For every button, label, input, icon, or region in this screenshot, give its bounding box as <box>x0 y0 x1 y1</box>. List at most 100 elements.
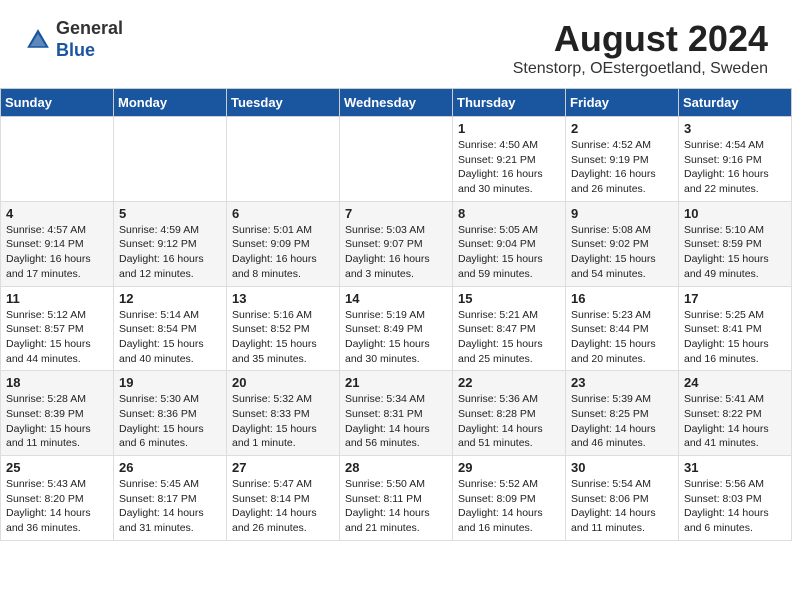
day-info: Sunrise: 5:36 AM Sunset: 8:28 PM Dayligh… <box>458 392 560 451</box>
day-info: Sunrise: 5:41 AM Sunset: 8:22 PM Dayligh… <box>684 392 786 451</box>
weekday-header-saturday: Saturday <box>679 89 792 117</box>
day-cell: 28 Sunrise: 5:50 AM Sunset: 8:11 PM Dayli… <box>340 456 453 541</box>
day-number: 21 <box>345 375 447 390</box>
day-cell: 8 Sunrise: 5:05 AM Sunset: 9:04 PM Daylig… <box>453 201 566 286</box>
day-info: Sunrise: 5:30 AM Sunset: 8:36 PM Dayligh… <box>119 392 221 451</box>
day-info: Sunrise: 5:32 AM Sunset: 8:33 PM Dayligh… <box>232 392 334 451</box>
day-info: Sunrise: 5:39 AM Sunset: 8:25 PM Dayligh… <box>571 392 673 451</box>
weekday-header-row: SundayMondayTuesdayWednesdayThursdayFrid… <box>1 89 792 117</box>
logo: General Blue <box>24 18 123 61</box>
day-info: Sunrise: 5:14 AM Sunset: 8:54 PM Dayligh… <box>119 308 221 367</box>
day-cell: 16Sunrise: 5:23 AM Sunset: 8:44 PM Dayli… <box>566 286 679 371</box>
day-number: 23 <box>571 375 673 390</box>
day-info: Sunrise: 5:05 AM Sunset: 9:04 PM Dayligh… <box>458 223 560 282</box>
day-number: 28 <box>345 460 447 475</box>
day-number: 18 <box>6 375 108 390</box>
week-row-2: 4 Sunrise: 4:57 AM Sunset: 9:14 PM Daylig… <box>1 201 792 286</box>
day-info: Sunrise: 5:03 AM Sunset: 9:07 PM Dayligh… <box>345 223 447 282</box>
day-cell: 23 Sunrise: 5:39 AM Sunset: 8:25 PM Dayli… <box>566 371 679 456</box>
day-number: 3 <box>684 121 786 136</box>
day-info: Sunrise: 5:45 AM Sunset: 8:17 PM Dayligh… <box>119 477 221 536</box>
day-number: 27 <box>232 460 334 475</box>
logo-general: General <box>56 18 123 38</box>
day-cell: 24Sunrise: 5:41 AM Sunset: 8:22 PM Dayli… <box>679 371 792 456</box>
day-info: Sunrise: 5:21 AM Sunset: 8:47 PM Dayligh… <box>458 308 560 367</box>
day-cell: 10Sunrise: 5:10 AM Sunset: 8:59 PM Dayli… <box>679 201 792 286</box>
day-number: 26 <box>119 460 221 475</box>
day-number: 20 <box>232 375 334 390</box>
day-cell: 19 Sunrise: 5:30 AM Sunset: 8:36 PM Dayli… <box>114 371 227 456</box>
day-number: 14 <box>345 291 447 306</box>
day-number: 7 <box>345 206 447 221</box>
day-number: 4 <box>6 206 108 221</box>
calendar-table: SundayMondayTuesdayWednesdayThursdayFrid… <box>0 88 792 541</box>
weekday-header-monday: Monday <box>114 89 227 117</box>
day-number: 2 <box>571 121 673 136</box>
day-cell: 17Sunrise: 5:25 AM Sunset: 8:41 PM Dayli… <box>679 286 792 371</box>
weekday-header-tuesday: Tuesday <box>227 89 340 117</box>
day-number: 10 <box>684 206 786 221</box>
day-number: 25 <box>6 460 108 475</box>
day-cell <box>114 117 227 202</box>
day-info: Sunrise: 5:56 AM Sunset: 8:03 PM Dayligh… <box>684 477 786 536</box>
day-number: 29 <box>458 460 560 475</box>
day-cell: 6 Sunrise: 5:01 AM Sunset: 9:09 PM Daylig… <box>227 201 340 286</box>
day-info: Sunrise: 5:54 AM Sunset: 8:06 PM Dayligh… <box>571 477 673 536</box>
day-info: Sunrise: 5:08 AM Sunset: 9:02 PM Dayligh… <box>571 223 673 282</box>
day-info: Sunrise: 4:59 AM Sunset: 9:12 PM Dayligh… <box>119 223 221 282</box>
month-title: August 2024 <box>513 18 768 60</box>
day-info: Sunrise: 5:34 AM Sunset: 8:31 PM Dayligh… <box>345 392 447 451</box>
week-row-1: 1Sunrise: 4:50 AM Sunset: 9:21 PM Daylig… <box>1 117 792 202</box>
day-cell: 25Sunrise: 5:43 AM Sunset: 8:20 PM Dayli… <box>1 456 114 541</box>
day-info: Sunrise: 5:47 AM Sunset: 8:14 PM Dayligh… <box>232 477 334 536</box>
day-info: Sunrise: 5:01 AM Sunset: 9:09 PM Dayligh… <box>232 223 334 282</box>
day-info: Sunrise: 5:12 AM Sunset: 8:57 PM Dayligh… <box>6 308 108 367</box>
day-cell: 4 Sunrise: 4:57 AM Sunset: 9:14 PM Daylig… <box>1 201 114 286</box>
week-row-3: 11Sunrise: 5:12 AM Sunset: 8:57 PM Dayli… <box>1 286 792 371</box>
weekday-header-thursday: Thursday <box>453 89 566 117</box>
day-number: 5 <box>119 206 221 221</box>
logo-icon <box>24 26 52 54</box>
day-info: Sunrise: 4:52 AM Sunset: 9:19 PM Dayligh… <box>571 138 673 197</box>
logo-blue: Blue <box>56 40 95 60</box>
day-cell: 22 Sunrise: 5:36 AM Sunset: 8:28 PM Dayli… <box>453 371 566 456</box>
weekday-header-sunday: Sunday <box>1 89 114 117</box>
day-number: 19 <box>119 375 221 390</box>
day-cell: 14 Sunrise: 5:19 AM Sunset: 8:49 PM Dayli… <box>340 286 453 371</box>
page-header: General Blue August 2024 Stenstorp, OEst… <box>0 0 792 88</box>
weekday-header-friday: Friday <box>566 89 679 117</box>
day-number: 9 <box>571 206 673 221</box>
day-info: Sunrise: 4:54 AM Sunset: 9:16 PM Dayligh… <box>684 138 786 197</box>
logo-text: General Blue <box>56 18 123 61</box>
week-row-5: 25Sunrise: 5:43 AM Sunset: 8:20 PM Dayli… <box>1 456 792 541</box>
day-cell: 13Sunrise: 5:16 AM Sunset: 8:52 PM Dayli… <box>227 286 340 371</box>
day-info: Sunrise: 5:28 AM Sunset: 8:39 PM Dayligh… <box>6 392 108 451</box>
day-cell: 31 Sunrise: 5:56 AM Sunset: 8:03 PM Dayli… <box>679 456 792 541</box>
day-cell: 18 Sunrise: 5:28 AM Sunset: 8:39 PM Dayli… <box>1 371 114 456</box>
day-number: 8 <box>458 206 560 221</box>
day-cell: 5 Sunrise: 4:59 AM Sunset: 9:12 PM Daylig… <box>114 201 227 286</box>
weekday-header-wednesday: Wednesday <box>340 89 453 117</box>
day-cell <box>1 117 114 202</box>
day-number: 22 <box>458 375 560 390</box>
day-cell: 27 Sunrise: 5:47 AM Sunset: 8:14 PM Dayli… <box>227 456 340 541</box>
day-info: Sunrise: 5:50 AM Sunset: 8:11 PM Dayligh… <box>345 477 447 536</box>
day-number: 15 <box>458 291 560 306</box>
location-title: Stenstorp, OEstergoetland, Sweden <box>513 60 768 78</box>
day-info: Sunrise: 4:57 AM Sunset: 9:14 PM Dayligh… <box>6 223 108 282</box>
day-cell <box>227 117 340 202</box>
day-number: 12 <box>119 291 221 306</box>
day-cell: 15 Sunrise: 5:21 AM Sunset: 8:47 PM Dayli… <box>453 286 566 371</box>
day-cell: 20 Sunrise: 5:32 AM Sunset: 8:33 PM Dayli… <box>227 371 340 456</box>
day-number: 31 <box>684 460 786 475</box>
day-cell: 12 Sunrise: 5:14 AM Sunset: 8:54 PM Dayli… <box>114 286 227 371</box>
week-row-4: 18 Sunrise: 5:28 AM Sunset: 8:39 PM Dayli… <box>1 371 792 456</box>
day-number: 13 <box>232 291 334 306</box>
day-info: Sunrise: 5:19 AM Sunset: 8:49 PM Dayligh… <box>345 308 447 367</box>
day-info: Sunrise: 5:25 AM Sunset: 8:41 PM Dayligh… <box>684 308 786 367</box>
day-cell: 7 Sunrise: 5:03 AM Sunset: 9:07 PM Daylig… <box>340 201 453 286</box>
day-number: 6 <box>232 206 334 221</box>
day-cell: 26 Sunrise: 5:45 AM Sunset: 8:17 PM Dayli… <box>114 456 227 541</box>
day-number: 30 <box>571 460 673 475</box>
day-cell: 3 Sunrise: 4:54 AM Sunset: 9:16 PM Daylig… <box>679 117 792 202</box>
